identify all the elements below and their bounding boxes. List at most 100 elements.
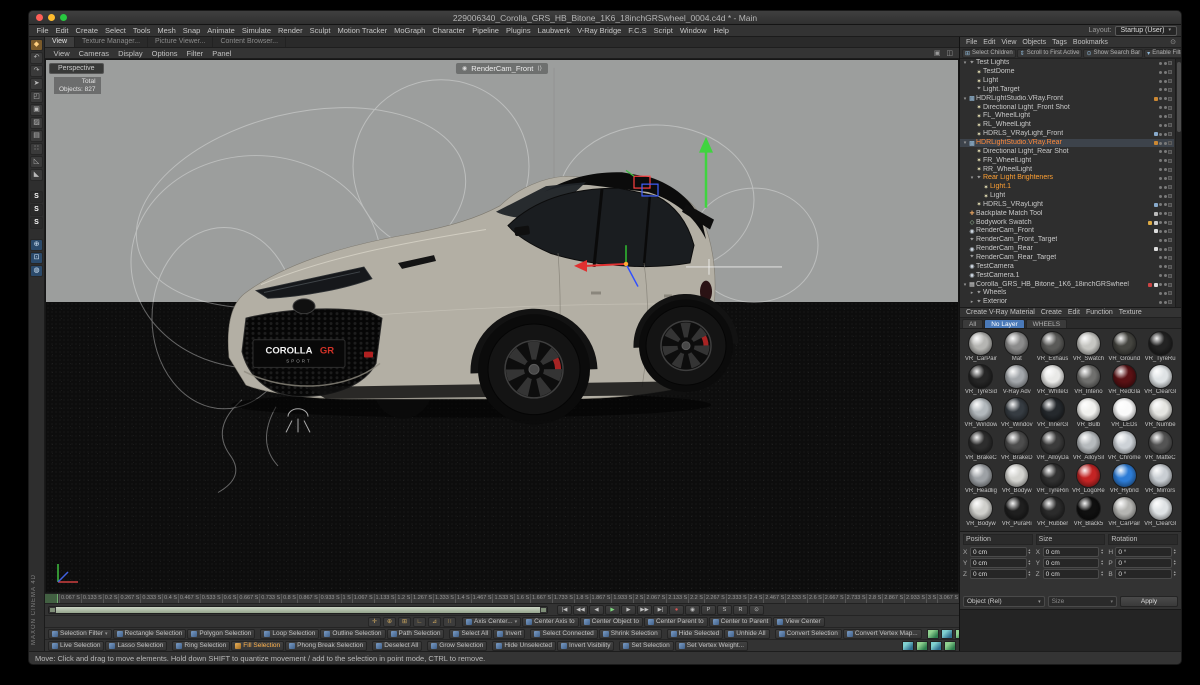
layer-chip[interactable]	[1168, 176, 1172, 180]
object-item[interactable]: ✚Backplate Match Tool	[960, 209, 1174, 218]
menu-laubwerk[interactable]: Laubwerk	[534, 26, 574, 35]
menu-character[interactable]: Character	[429, 26, 469, 35]
layer-chip[interactable]	[1168, 300, 1172, 304]
value-stepper[interactable]: ▲▼	[1100, 571, 1105, 577]
object-item[interactable]: ✶HDRLS_VRayLight	[960, 201, 1174, 210]
coord-value-input[interactable]: 0 cm	[970, 547, 1027, 557]
material-swatch[interactable]: VR_CarPair	[963, 331, 999, 363]
object-item[interactable]: ▾▦Corolla_GRS_HB_Bitone_1K6_18inchGRSwhe…	[960, 280, 1174, 289]
editor-visibility-dot[interactable]	[1159, 292, 1162, 295]
view-center-button[interactable]: View Center	[773, 617, 824, 627]
editor-visibility-dot[interactable]	[1159, 177, 1162, 180]
center-to-parent-button[interactable]: Center to Parent	[709, 617, 773, 627]
rectangle-selection-button[interactable]: Rectangle Selection	[113, 629, 187, 639]
material-swatch[interactable]: VR_LogoRe	[1070, 463, 1106, 495]
menu-create[interactable]: Create	[72, 26, 102, 35]
live-selection-icon[interactable]: ➤	[30, 78, 43, 90]
quantize-icon[interactable]: ∷	[443, 617, 456, 627]
prev-key-button[interactable]: ◀◀	[573, 605, 588, 615]
layer-chip[interactable]	[1168, 159, 1172, 163]
layer-chip[interactable]	[1168, 265, 1172, 269]
object-item[interactable]: ✶Light	[960, 192, 1174, 201]
object-item[interactable]: ▸⌖Exterior	[960, 298, 1174, 307]
material-swatch[interactable]: Mat	[999, 331, 1035, 363]
object-item[interactable]: ✶Light.1	[960, 183, 1174, 192]
autokey-button[interactable]: ◉	[685, 605, 700, 615]
points-mode-icon[interactable]: ∷	[30, 143, 43, 155]
keyframe-scale-toggle[interactable]: S	[717, 605, 732, 615]
layer-chip[interactable]	[1168, 185, 1172, 189]
layer-chip[interactable]	[1168, 203, 1172, 207]
render-visibility-dot[interactable]	[1164, 150, 1167, 153]
workplane-mode-icon[interactable]: ▤	[30, 130, 43, 142]
render-visibility-dot[interactable]	[1164, 124, 1167, 127]
editor-visibility-dot[interactable]	[1159, 265, 1162, 268]
material-swatch[interactable]: VR_LEDs	[1106, 397, 1142, 429]
om-menu-file[interactable]: File	[963, 39, 980, 46]
value-stepper[interactable]: ▲▼	[1100, 549, 1105, 555]
menu-snap[interactable]: Snap	[179, 26, 204, 35]
render-visibility-dot[interactable]	[1164, 62, 1167, 65]
editor-visibility-dot[interactable]	[1159, 88, 1162, 91]
modeling-cube-icon-2[interactable]	[916, 641, 928, 651]
editor-visibility-dot[interactable]	[1159, 62, 1162, 65]
om-menu-objects[interactable]: Objects	[1019, 39, 1049, 46]
render-visibility-dot[interactable]	[1164, 256, 1167, 259]
object-item[interactable]: ✶Directional Light_Front Shot	[960, 103, 1174, 112]
next-frame-button[interactable]: ▶	[621, 605, 636, 615]
layer-chip[interactable]	[1168, 221, 1172, 225]
object-item[interactable]: ◉TestCamera.1	[960, 271, 1174, 280]
coord-value-input[interactable]: 0 cm	[1043, 547, 1100, 557]
material-swatch[interactable]: VR_WhiteG	[1035, 364, 1071, 396]
stepper-down-icon[interactable]: ▼	[1028, 552, 1033, 555]
render-visibility-dot[interactable]	[1164, 168, 1167, 171]
render-visibility-dot[interactable]	[1164, 248, 1167, 251]
editor-visibility-dot[interactable]	[1159, 71, 1162, 74]
minimize-window-button[interactable]	[48, 14, 55, 21]
center-parent-to-button[interactable]: Center Parent to	[644, 617, 708, 627]
layer-chip[interactable]	[1168, 256, 1172, 260]
layer-chip[interactable]	[1168, 247, 1172, 251]
layout-dropdown[interactable]: Startup (User) ▾	[1115, 26, 1177, 36]
loop-selection-button[interactable]: Loop Selection	[260, 629, 319, 639]
material-swatch[interactable]: VR_ClearGl	[1142, 364, 1178, 396]
shrink-selection-button[interactable]: Shrink Selection	[599, 629, 662, 639]
layer-chip[interactable]	[1168, 291, 1172, 295]
menu-render[interactable]: Render	[275, 26, 307, 35]
render-visibility-dot[interactable]	[1164, 292, 1167, 295]
invert-button[interactable]: Invert	[493, 629, 525, 639]
next-key-button[interactable]: ▶▶	[637, 605, 652, 615]
editor-visibility-dot[interactable]	[1159, 274, 1162, 277]
material-swatch[interactable]: VR_Windov	[999, 397, 1035, 429]
convert-selection-button[interactable]: Convert Selection	[775, 629, 842, 639]
viewport-menu-view[interactable]: View	[49, 49, 74, 58]
object-item[interactable]: ✶RR_WheelLight	[960, 165, 1174, 174]
stepper-down-icon[interactable]: ▼	[1173, 563, 1178, 566]
coord-value-input[interactable]: 0 cm	[1043, 569, 1100, 579]
value-stepper[interactable]: ▲▼	[1100, 560, 1105, 566]
editor-visibility-dot[interactable]	[1159, 203, 1162, 206]
unhide-all-button[interactable]: Unhide All	[724, 629, 769, 639]
viewport-menu-display[interactable]: Display	[114, 49, 148, 58]
panel-tab-texture-manager[interactable]: Texture Manager...	[75, 37, 148, 47]
editor-visibility-dot[interactable]	[1159, 106, 1162, 109]
undo-icon[interactable]: ↶	[30, 52, 43, 64]
editor-visibility-dot[interactable]	[1159, 195, 1162, 198]
editor-visibility-dot[interactable]	[1159, 301, 1162, 304]
material-menu-function[interactable]: Function	[1083, 309, 1116, 316]
material-menu-edit[interactable]: Edit	[1065, 309, 1083, 316]
sculpt-tool-icon-2[interactable]: S	[30, 204, 43, 216]
range-start-handle[interactable]	[49, 607, 56, 613]
menu-edit[interactable]: Edit	[52, 26, 72, 35]
sculpt-tool-icon-1[interactable]: S	[30, 191, 43, 203]
material-swatch[interactable]: VR_AlloyDa	[1035, 430, 1071, 462]
invert-visibility-button[interactable]: Invert Visibility	[557, 641, 614, 651]
editor-visibility-dot[interactable]	[1159, 248, 1162, 251]
layer-chip[interactable]	[1168, 229, 1172, 233]
coordinate-system-icon[interactable]: ✛	[368, 617, 381, 627]
tag-icon[interactable]	[1148, 283, 1152, 287]
layer-chip[interactable]	[1168, 70, 1172, 74]
layer-chip[interactable]	[1168, 132, 1172, 136]
editor-visibility-dot[interactable]	[1159, 124, 1162, 127]
tag-icon[interactable]	[1154, 203, 1158, 207]
